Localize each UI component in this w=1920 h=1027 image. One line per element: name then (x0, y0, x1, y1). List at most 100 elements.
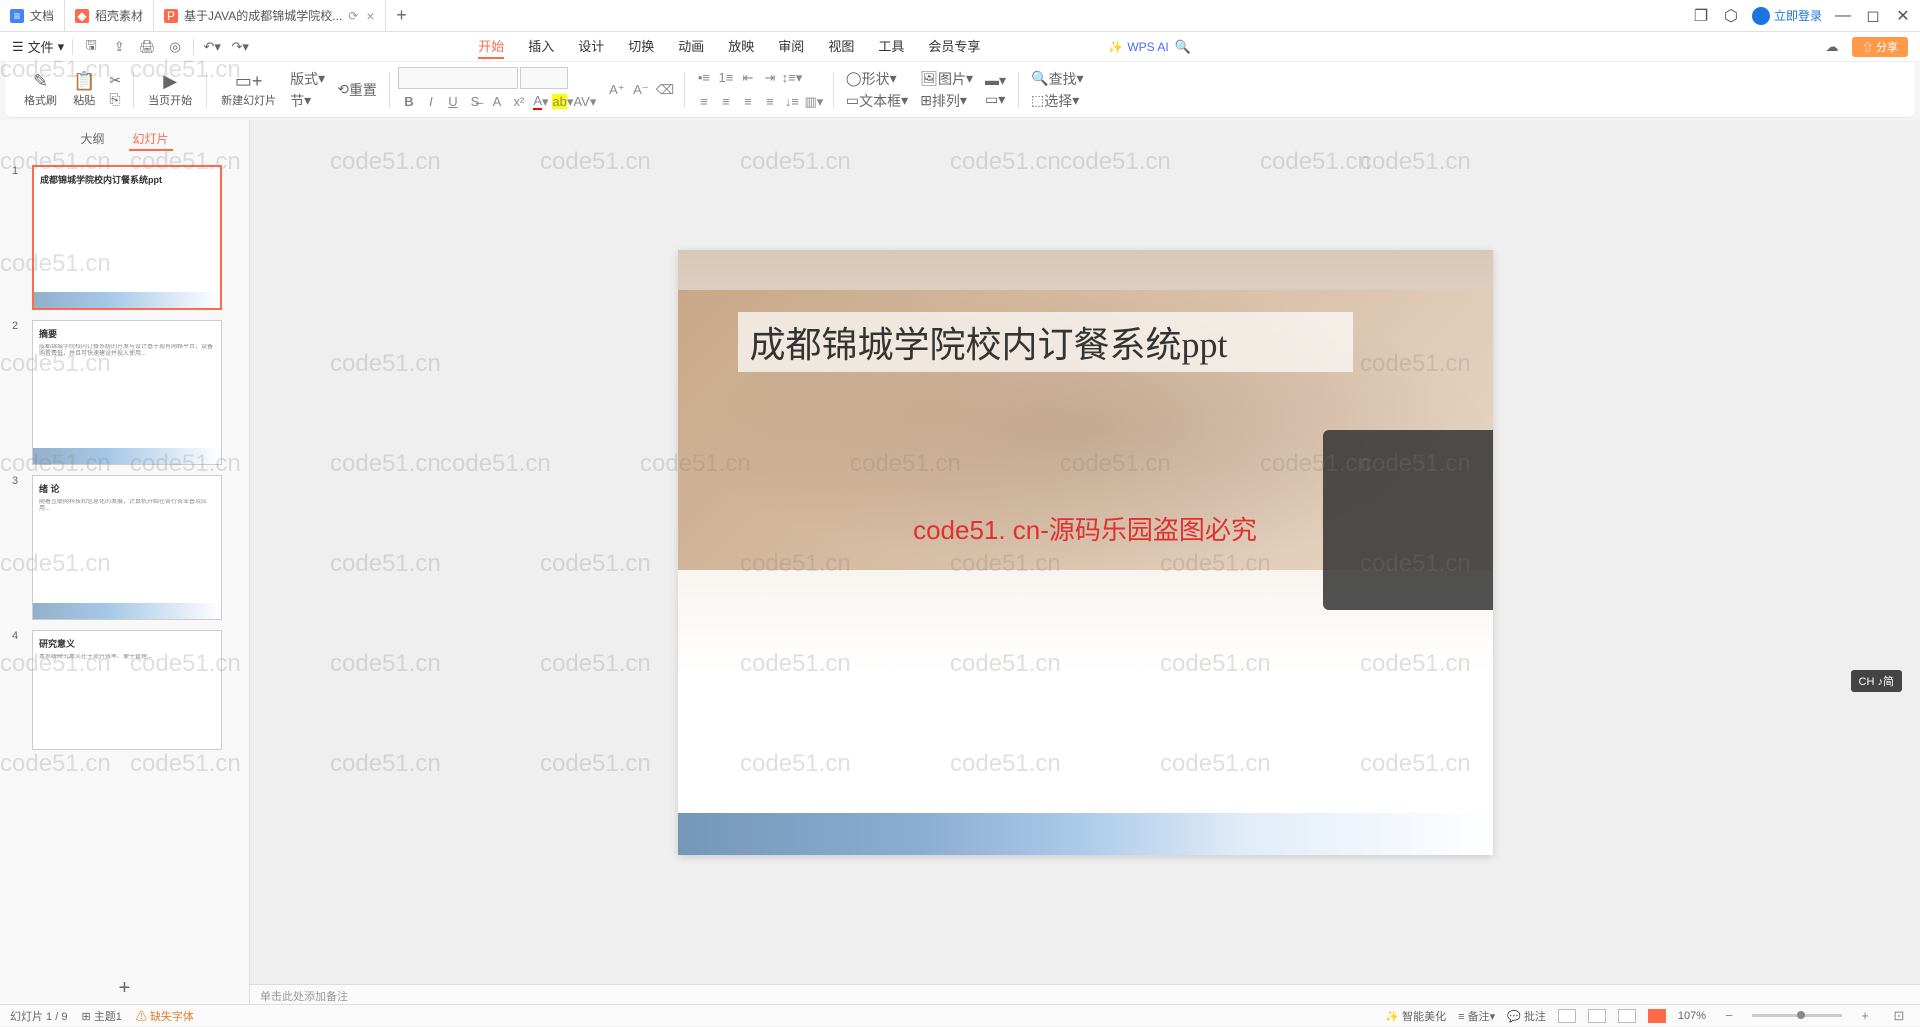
arrange-button[interactable]: ⊞ 排列▾ (916, 91, 977, 111)
italic-button[interactable]: I (420, 91, 442, 113)
ime-indicator[interactable]: CH ♪简 (1851, 670, 1902, 692)
indent-inc-button[interactable]: ⇥ (759, 67, 781, 89)
align-left-button[interactable]: ≡ (693, 91, 715, 113)
textbox-button[interactable]: ▭ 文本框▾ (842, 91, 912, 111)
thumbnail-list[interactable]: 1 成都锦城学院校内订餐系统ppt 2 摘要 成都锦城学院校内订餐系统的开发与设… (0, 159, 249, 971)
maximize-button[interactable]: ◻ (1864, 7, 1882, 25)
menu-member[interactable]: 会员专享 (928, 34, 980, 59)
section-button[interactable]: 节▾ (286, 91, 329, 111)
select-button[interactable]: ⬚ 选择▾ (1027, 91, 1087, 111)
picture-button[interactable]: 🖼 图片▾ (916, 69, 977, 89)
preview-button[interactable]: ◎ (165, 37, 185, 57)
slide-thumbnail-2[interactable]: 摘要 成都锦城学院校内订餐系统的开发与设计基于现有网络平台，设备购置费低，并且可… (32, 320, 222, 465)
layout-button[interactable]: 版式▾ (286, 69, 329, 89)
fill-button[interactable]: ▬▾ (981, 72, 1010, 89)
view-slideshow-button[interactable] (1648, 1009, 1666, 1023)
play-current-button[interactable]: ▶当页开始 (142, 69, 198, 110)
missing-font-warning[interactable]: ⚠ 缺失字体 (136, 1008, 194, 1024)
search-icon[interactable]: 🔍 (1173, 37, 1193, 57)
close-window-button[interactable]: ✕ (1894, 7, 1912, 25)
font-grow-button[interactable]: A⁺ (606, 79, 628, 101)
view-sorter-button[interactable] (1588, 1009, 1606, 1023)
file-menu[interactable]: ☰文件▾ (12, 37, 64, 56)
slide-title-text[interactable]: 成都锦城学院校内订餐系统ppt (738, 312, 1353, 372)
highlight-button[interactable]: ab▾ (552, 91, 574, 113)
zoom-slider[interactable] (1752, 1014, 1842, 1017)
slides-tab[interactable]: 幻灯片 (129, 128, 173, 151)
login-button[interactable]: 👤立即登录 (1752, 7, 1822, 25)
minimize-button[interactable]: — (1834, 7, 1852, 25)
cut-button[interactable]: ✂ (105, 72, 125, 89)
view-normal-button[interactable] (1558, 1009, 1576, 1023)
copy-button[interactable]: ⎘ (105, 91, 125, 108)
tab-current[interactable]: P基于JAVA的成都锦城学院校...⟳× (154, 0, 385, 31)
slide-canvas[interactable]: 成都锦城学院校内订餐系统ppt code51. cn-源码乐园盗图必究 (250, 120, 1920, 984)
outline-button[interactable]: ▭▾ (981, 91, 1010, 108)
font-color-button[interactable]: A▾ (530, 91, 552, 113)
line-spacing-button[interactable]: ↕≡▾ (781, 67, 803, 89)
menu-review[interactable]: 审阅 (778, 34, 804, 59)
slide-thumbnail-3[interactable]: 绪 论 随着互联网科技和信息化的发展，计算机开始在各行各业普及应用... (32, 475, 222, 620)
text-direction-button[interactable]: ↓≡ (781, 91, 803, 113)
redo-button[interactable]: ↷▾ (230, 37, 250, 57)
close-icon[interactable]: × (366, 8, 374, 24)
menu-start[interactable]: 开始 (478, 34, 504, 59)
char-spacing-button[interactable]: AV▾ (574, 91, 596, 113)
zoom-in-button[interactable]: + (1854, 1005, 1876, 1027)
outline-tab[interactable]: 大纲 (76, 128, 108, 151)
font-size-select[interactable] (520, 67, 568, 89)
columns-button[interactable]: ▥▾ (803, 91, 825, 113)
menu-insert[interactable]: 插入 (528, 34, 554, 59)
new-slide-button[interactable]: ▭+新建幻灯片 (215, 69, 282, 110)
menu-slideshow[interactable]: 放映 (728, 34, 754, 59)
indent-dec-button[interactable]: ⇤ (737, 67, 759, 89)
notes-area[interactable]: 单击此处添加备注 (250, 984, 1920, 1006)
print-button[interactable]: 🖨 (137, 37, 157, 57)
shape-button[interactable]: ◯ 形状▾ (842, 69, 912, 89)
menu-view[interactable]: 视图 (828, 34, 854, 59)
strike-button[interactable]: S̶ (464, 91, 486, 113)
bold-button[interactable]: B (398, 91, 420, 113)
clear-format-button[interactable]: ⌫ (654, 79, 676, 101)
cloud-icon[interactable]: ☁ (1822, 37, 1842, 57)
view-reading-button[interactable] (1618, 1009, 1636, 1023)
new-tab-button[interactable]: + (386, 5, 418, 26)
refresh-icon[interactable]: ⟳ (348, 9, 358, 23)
current-slide[interactable]: 成都锦城学院校内订餐系统ppt code51. cn-源码乐园盗图必究 (678, 250, 1493, 855)
theme-indicator[interactable]: ⊞ 主题1 (81, 1008, 121, 1024)
add-slide-button[interactable]: + (0, 971, 249, 1006)
zoom-thumb[interactable] (1797, 1011, 1805, 1019)
bullet-list-button[interactable]: •≡ (693, 67, 715, 89)
box-icon[interactable]: ⬡ (1722, 7, 1740, 25)
reset-button[interactable]: ⟲ 重置 (333, 80, 381, 100)
paste-button[interactable]: 📋粘贴 (67, 69, 101, 110)
align-justify-button[interactable]: ≡ (759, 91, 781, 113)
undo-button[interactable]: ↶▾ (202, 37, 222, 57)
format-painter-button[interactable]: ✎格式刷 (18, 69, 63, 110)
menu-tools[interactable]: 工具 (878, 34, 904, 59)
wps-ai-button[interactable]: ✨WPS AI🔍 (1108, 37, 1192, 57)
align-center-button[interactable]: ≡ (715, 91, 737, 113)
tab-doc[interactable]: ≡文档 (0, 0, 65, 31)
number-list-button[interactable]: 1≡ (715, 67, 737, 89)
notes-toggle[interactable]: ≡ 备注▾ (1458, 1008, 1495, 1024)
font-shrink-button[interactable]: A⁻ (630, 79, 652, 101)
comments-toggle[interactable]: 💬 批注 (1507, 1008, 1546, 1024)
text-effect-button[interactable]: A (486, 91, 508, 113)
menu-design[interactable]: 设计 (578, 34, 604, 59)
share-button[interactable]: ⇧ 分享 (1852, 37, 1908, 57)
tab-template[interactable]: ◆稻壳素材 (65, 0, 154, 31)
beautify-button[interactable]: ✨ 智能美化 (1385, 1008, 1446, 1024)
font-family-select[interactable] (398, 67, 518, 89)
find-button[interactable]: 🔍 查找▾ (1027, 69, 1087, 89)
align-right-button[interactable]: ≡ (737, 91, 759, 113)
multiwin-icon[interactable]: ❐ (1692, 7, 1710, 25)
fit-button[interactable]: ⊡ (1888, 1005, 1910, 1027)
underline-button[interactable]: U (442, 91, 464, 113)
slide-thumbnail-1[interactable]: 成都锦城学院校内订餐系统ppt (32, 165, 222, 310)
export-button[interactable]: ⇪ (109, 37, 129, 57)
slide-thumbnail-4[interactable]: 研究意义 本系统研究意义在于提升效率、便于管理... (32, 630, 222, 750)
zoom-label[interactable]: 107% (1678, 1010, 1706, 1022)
save-button[interactable]: 🖫 (81, 37, 101, 57)
menu-animation[interactable]: 动画 (678, 34, 704, 59)
